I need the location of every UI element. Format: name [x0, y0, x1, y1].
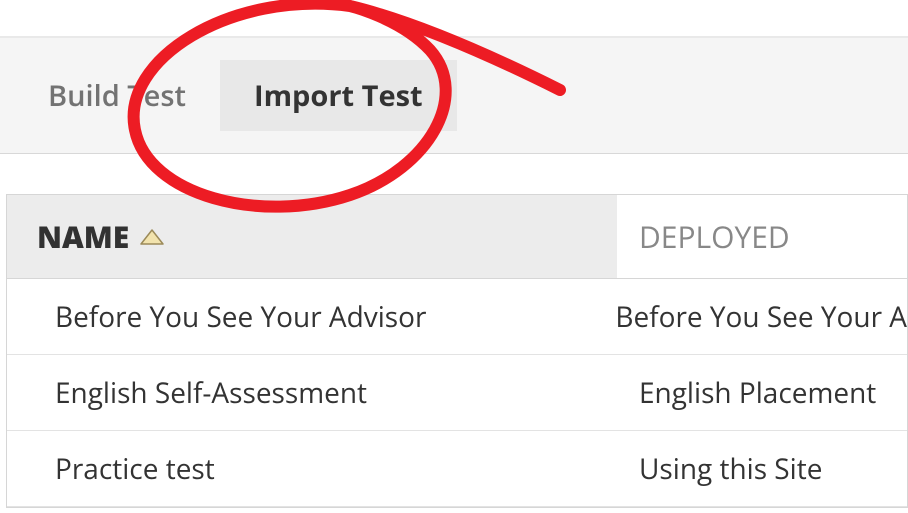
- cell-name: Practice test: [7, 450, 617, 488]
- column-header-name[interactable]: NAME: [7, 195, 617, 278]
- table-header-row: NAME DEPLOYED: [7, 195, 907, 279]
- table-row[interactable]: Before You See Your Advisor Before You S…: [7, 279, 907, 355]
- cell-name: English Self-Assessment: [7, 374, 617, 412]
- table-row[interactable]: Practice test Using this Site: [7, 431, 907, 507]
- table-row[interactable]: English Self-Assessment English Placemen…: [7, 355, 907, 431]
- tab-bar: Build Test Import Test: [0, 38, 908, 154]
- content-wrap: NAME DEPLOYED Before You See Your Adviso…: [0, 154, 908, 508]
- column-header-name-label: NAME: [37, 216, 129, 257]
- top-spacer: [0, 0, 908, 36]
- tab-import-test[interactable]: Import Test: [220, 60, 457, 131]
- sort-asc-icon: [139, 227, 165, 247]
- cell-deployed: Using this Site: [617, 450, 822, 488]
- column-header-deployed[interactable]: DEPLOYED: [617, 216, 790, 257]
- cell-deployed: English Placement: [617, 374, 876, 412]
- cell-deployed: Before You See Your A: [593, 298, 907, 336]
- tab-build-test[interactable]: Build Test: [14, 60, 220, 131]
- test-table: NAME DEPLOYED Before You See Your Adviso…: [6, 194, 908, 508]
- cell-name: Before You See Your Advisor: [7, 298, 593, 336]
